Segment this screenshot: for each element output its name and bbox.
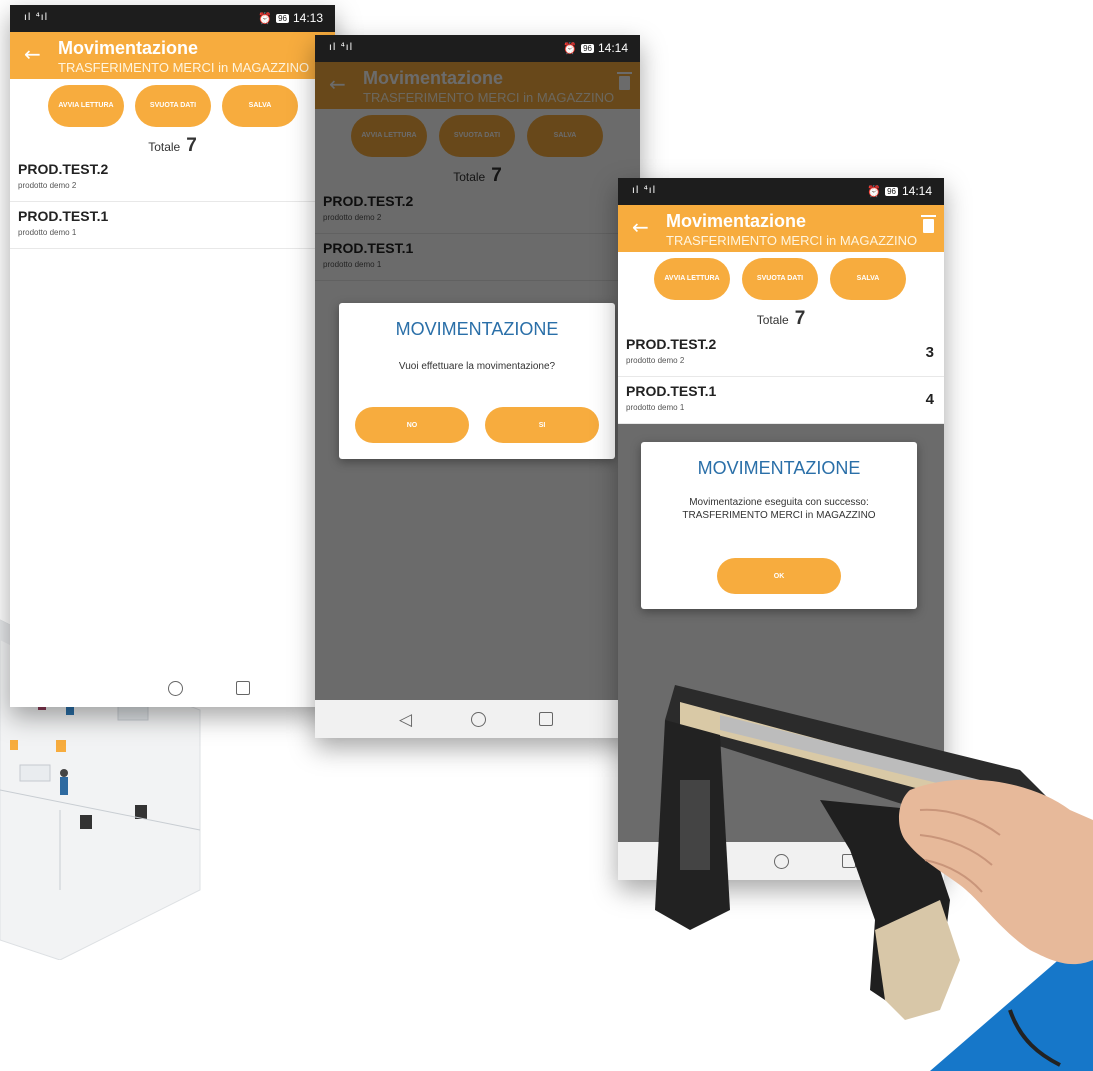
avvia-lettura-button[interactable]: AVVIA LETTURA (654, 258, 730, 300)
battery-icon: 96 (581, 44, 594, 53)
confirm-dialog: MOVIMENTAZIONE Vuoi effettuare la movime… (339, 303, 615, 459)
list-item[interactable]: PROD.TEST.1 prodotto demo 1 4 (618, 377, 944, 424)
battery-icon: 96 (885, 187, 898, 196)
signal-icon: ıl ⁴ıl (329, 42, 354, 53)
clock: 14:14 (597, 41, 628, 55)
dialog-message: Vuoi effettuare la movimentazione? (398, 361, 556, 372)
clock: 14:14 (901, 184, 932, 198)
totale-label: Totale (756, 313, 789, 327)
item-desc: prodotto demo 2 (626, 356, 685, 365)
totale-label: Totale (148, 140, 181, 154)
recents-icon[interactable] (539, 712, 553, 726)
app-bar: ← Movimentazione TRASFERIMENTO MERCI in … (10, 32, 335, 79)
svuota-dati-button[interactable]: SVUOTA DATI (135, 85, 211, 127)
totale-value: 7 (186, 135, 197, 156)
item-qty: 3 (925, 344, 934, 361)
salva-button[interactable]: SALVA (830, 258, 906, 300)
home-icon[interactable] (168, 681, 183, 696)
nav-bar: ◁ (315, 700, 640, 738)
alarm-icon: ⏰ (563, 42, 578, 55)
app-bar: ← Movimentazione TRASFERIMENTO MERCI in … (618, 205, 944, 252)
list-item[interactable]: PROD.TEST.2 prodotto demo 2 (10, 155, 335, 202)
list-item[interactable]: PROD.TEST.1 prodotto demo 1 (10, 202, 335, 249)
item-desc: prodotto demo 1 (18, 228, 77, 237)
totale-value: 7 (794, 308, 806, 329)
battery-icon: 96 (276, 14, 289, 23)
status-bar: ıl ⁴ıl ⏰ 96 14:14 (618, 178, 944, 205)
dialog-message-line2: TRASFERIMENTO MERCI in MAGAZZINO (682, 510, 876, 521)
item-qty: 4 (925, 391, 934, 408)
home-icon[interactable] (471, 712, 486, 727)
back-nav-icon[interactable]: ◁ (399, 710, 412, 730)
status-bar: ıl ⁴ıl ⏰ 96 14:14 (315, 35, 640, 62)
signal-icon: ıl ⁴ıl (24, 12, 49, 23)
back-arrow-icon[interactable]: ← (632, 215, 649, 239)
item-code: PROD.TEST.2 (626, 336, 717, 352)
item-code: PROD.TEST.2 (18, 161, 109, 177)
alarm-icon: ⏰ (258, 12, 273, 25)
item-code: PROD.TEST.1 (18, 208, 109, 224)
dialog-title: MOVIMENTAZIONE (697, 458, 861, 478)
list-item[interactable]: PROD.TEST.2 prodotto demo 2 3 (618, 330, 944, 377)
recents-icon[interactable] (236, 681, 250, 695)
item-code: PROD.TEST.1 (626, 383, 717, 399)
phone-screen-list: ıl ⁴ıl ⏰ 96 14:13 ← Movimentazione TRASFER… (10, 5, 335, 707)
page-subtitle: TRASFERIMENTO MERCI in MAGAZZINO (666, 233, 918, 248)
nav-bar (10, 669, 335, 707)
rfid-scanner-image (655, 685, 1093, 1067)
no-button[interactable]: NO (355, 407, 469, 443)
page-subtitle: TRASFERIMENTO MERCI in MAGAZZINO (58, 60, 310, 75)
page-title: Movimentazione (58, 38, 199, 58)
dialog-message-line1: Movimentazione eseguita con successo: (689, 497, 869, 508)
phone-screen-confirm: ıl ⁴ıl ⏰9614:14 ← Movimentazione TRASFER… (315, 35, 640, 738)
svuota-dati-button[interactable]: SVUOTA DATI (742, 258, 818, 300)
clock: 14:13 (292, 11, 323, 25)
back-arrow-icon[interactable]: ← (24, 42, 41, 66)
success-dialog: MOVIMENTAZIONE Movimentazione eseguita c… (641, 442, 917, 609)
ok-button[interactable]: OK (717, 558, 841, 594)
si-button[interactable]: SI (485, 407, 599, 443)
item-desc: prodotto demo 2 (18, 181, 77, 190)
signal-icon: ıl ⁴ıl (632, 185, 657, 196)
totale-row: Totale 7 (618, 308, 944, 330)
salva-button[interactable]: SALVA (222, 85, 298, 127)
avvia-lettura-button[interactable]: AVVIA LETTURA (48, 85, 124, 127)
page-title: Movimentazione (666, 211, 807, 231)
alarm-icon: ⏰ (867, 185, 882, 198)
trash-icon[interactable] (921, 215, 936, 233)
status-bar: ıl ⁴ıl ⏰ 96 14:13 (10, 5, 335, 32)
dialog-title: MOVIMENTAZIONE (395, 319, 559, 339)
item-desc: prodotto demo 1 (626, 403, 685, 412)
totale-row: Totale 7 (10, 135, 335, 157)
